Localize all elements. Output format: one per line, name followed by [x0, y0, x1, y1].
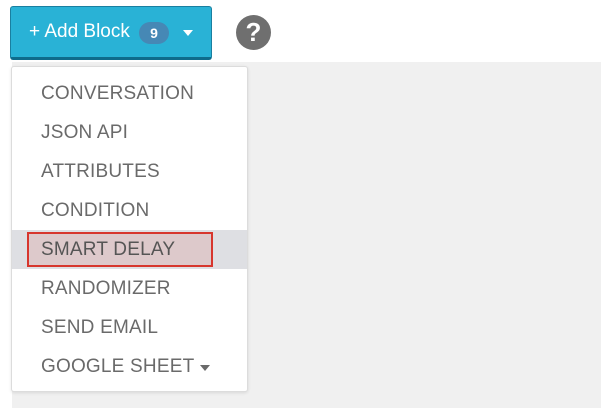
add-block-label: + Add Block — [29, 21, 130, 42]
menu-item-label: RANDOMIZER — [41, 278, 171, 299]
add-block-button[interactable]: + Add Block 9 — [10, 6, 212, 60]
menu-item-label: SMART DELAY — [41, 239, 176, 260]
menu-item-label: CONVERSATION — [41, 83, 195, 104]
menu-item-conversation[interactable]: CONVERSATION — [12, 74, 247, 113]
menu-item-label: ATTRIBUTES — [41, 161, 160, 182]
menu-item-smart-delay[interactable]: SMART DELAY — [12, 230, 247, 269]
menu-item-google-sheet[interactable]: GOOGLE SHEET — [12, 347, 247, 386]
chevron-down-icon — [183, 30, 193, 36]
menu-item-label: SEND EMAIL — [41, 317, 159, 338]
menu-item-condition[interactable]: CONDITION — [12, 191, 247, 230]
menu-item-label: GOOGLE SHEET — [41, 356, 195, 377]
question-circle-icon[interactable]: ? — [236, 15, 271, 50]
menu-item-randomizer[interactable]: RANDOMIZER — [12, 269, 247, 308]
menu-item-attributes[interactable]: ATTRIBUTES — [12, 152, 247, 191]
menu-item-label: CONDITION — [41, 200, 150, 221]
menu-item-label: JSON API — [41, 122, 129, 143]
add-block-dropdown-menu: CONVERSATION JSON API ATTRIBUTES CONDITI… — [11, 66, 248, 392]
block-count-badge: 9 — [139, 22, 169, 44]
menu-item-send-email[interactable]: SEND EMAIL — [12, 308, 247, 347]
menu-item-json-api[interactable]: JSON API — [12, 113, 247, 152]
caret-down-icon[interactable] — [200, 365, 210, 371]
